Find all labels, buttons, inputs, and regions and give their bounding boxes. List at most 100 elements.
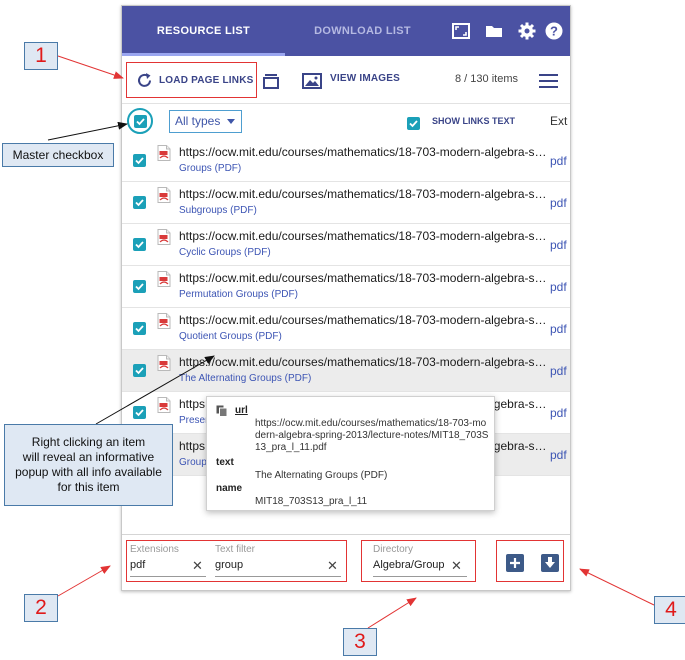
clear-directory-icon[interactable]: ✕ <box>451 558 462 574</box>
arrow-master-checkbox <box>47 121 128 141</box>
item-count: 8 / 130 items <box>455 73 518 85</box>
arrow-3 <box>367 597 417 629</box>
tab-resource-list-label: RESOURCE LIST <box>156 25 251 37</box>
list-item[interactable]: https://ocw.mit.edu/courses/mathematics/… <box>122 140 570 182</box>
toolbar: LOAD PAGE LINKS VIEW IMAGES 8 / 130 item… <box>122 56 570 104</box>
directory-underline <box>373 576 467 577</box>
list-item[interactable]: https://ocw.mit.edu/courses/mathematics/… <box>122 350 570 392</box>
row-url[interactable]: https://ocw.mit.edu/courses/mathematics/… <box>179 229 547 243</box>
pdf-file-icon <box>157 271 171 287</box>
callout-3: 3 <box>343 628 377 656</box>
view-images-button[interactable]: VIEW IMAGES <box>330 73 400 84</box>
extensions-underline <box>130 576 206 577</box>
list-item[interactable]: https://ocw.mit.edu/courses/mathematics/… <box>122 224 570 266</box>
callout-4: 4 <box>654 596 685 624</box>
master-checkbox[interactable] <box>127 108 153 134</box>
chevron-down-icon <box>227 119 235 124</box>
arrow-1 <box>57 55 124 79</box>
image-icon[interactable] <box>302 73 322 89</box>
pdf-file-icon <box>157 355 171 371</box>
popup-url-value: https://ocw.mit.edu/courses/mathematics/… <box>255 418 489 453</box>
pdf-file-icon <box>157 145 171 161</box>
popup-name-key: name <box>216 483 243 494</box>
row-checkbox[interactable] <box>133 154 146 167</box>
row-url[interactable]: https://ocw.mit.edu/courses/mathematics/… <box>179 187 547 201</box>
row-ext: pdf <box>550 154 567 168</box>
text-filter-underline <box>215 576 341 577</box>
list-item[interactable]: https://ocw.mit.edu/courses/mathematics/… <box>122 182 570 224</box>
extensions-input[interactable]: pdf <box>130 559 145 571</box>
master-checkbox-box <box>133 114 147 128</box>
callout-1: 1 <box>24 42 58 70</box>
tab-resource-list[interactable]: RESOURCE LIST <box>122 6 285 56</box>
right-click-note-line: popup with all info available <box>15 465 162 479</box>
load-page-links-label: LOAD PAGE LINKS <box>159 75 254 86</box>
tab-download-list[interactable]: DOWNLOAD LIST <box>285 6 440 56</box>
row-checkbox[interactable] <box>133 280 146 293</box>
clear-text-filter-icon[interactable]: ✕ <box>327 558 338 574</box>
row-ext: pdf <box>550 280 567 294</box>
right-click-note-line: Right clicking an item <box>31 435 146 449</box>
popup-text-value: The Alternating Groups (PDF) <box>255 470 388 481</box>
row-link-text: The Alternating Groups (PDF) <box>179 373 312 384</box>
arrow-4 <box>579 568 655 606</box>
row-checkbox[interactable] <box>133 364 146 377</box>
header-bar: RESOURCE LIST DOWNLOAD LIST ? <box>122 6 570 56</box>
fullscreen-icon[interactable] <box>451 21 471 41</box>
row-link-text: Subgroups (PDF) <box>179 205 257 216</box>
row-ext: pdf <box>550 364 567 378</box>
ext-column-header[interactable]: Ext <box>550 114 567 128</box>
gear-icon[interactable] <box>517 21 537 41</box>
row-ext: pdf <box>550 238 567 252</box>
list-item[interactable]: https://ocw.mit.edu/courses/mathematics/… <box>122 266 570 308</box>
row-url[interactable]: https://ocw.mit.edu/courses/mathematics/… <box>179 145 547 159</box>
row-checkbox[interactable] <box>133 238 146 251</box>
row-url[interactable]: https://ocw.mit.edu/courses/mathematics/… <box>179 271 547 285</box>
extensions-label: Extensions <box>130 544 179 555</box>
show-links-text-checkbox[interactable] <box>407 117 420 130</box>
type-filter-select[interactable]: All types <box>169 110 242 133</box>
popup-url-key[interactable]: url <box>235 405 248 416</box>
tab-download-list-label: DOWNLOAD LIST <box>314 25 411 37</box>
text-filter-input[interactable]: group <box>215 559 243 571</box>
pdf-file-icon <box>157 397 171 413</box>
download-icon <box>545 557 555 568</box>
load-page-links-button[interactable]: LOAD PAGE LINKS <box>126 62 257 98</box>
list-item[interactable]: https://ocw.mit.edu/courses/mathematics/… <box>122 308 570 350</box>
row-checkbox[interactable] <box>133 322 146 335</box>
row-ext: pdf <box>550 406 567 420</box>
show-links-text-label: SHOW LINKS TEXT <box>432 116 515 126</box>
row-checkbox[interactable] <box>133 406 146 419</box>
directory-input[interactable]: Algebra/Group <box>373 559 445 571</box>
popup-name-value: MIT18_703S13_pra_l_11 <box>255 496 368 507</box>
folder-icon[interactable] <box>484 21 504 41</box>
pdf-file-icon <box>157 313 171 329</box>
add-button[interactable] <box>506 554 524 572</box>
pdf-file-icon <box>157 229 171 245</box>
help-icon[interactable]: ? <box>544 21 564 41</box>
text-filter-label: Text filter <box>215 544 256 555</box>
copy-icon[interactable] <box>216 405 228 417</box>
plus-icon <box>510 558 520 568</box>
right-click-note-line: will reveal an informative <box>22 450 155 464</box>
directory-label: Directory <box>373 544 414 555</box>
layers-icon[interactable] <box>263 73 279 89</box>
row-url[interactable]: https://ocw.mit.edu/courses/mathematics/… <box>179 313 547 327</box>
download-button[interactable] <box>541 554 559 572</box>
row-url[interactable]: https://ocw.mit.edu/courses/mathematics/… <box>179 355 547 369</box>
row-link-text: Cyclic Groups (PDF) <box>179 247 271 258</box>
filter-row: All types SHOW LINKS TEXT Ext <box>122 104 570 140</box>
clear-extensions-icon[interactable]: ✕ <box>192 558 203 574</box>
row-link-text: Groups (PDF) <box>179 163 242 174</box>
callout-2: 2 <box>24 594 58 622</box>
svg-text:?: ? <box>550 24 558 39</box>
master-checkbox-callout: Master checkbox <box>2 143 114 167</box>
right-click-callout: Right clicking an item will reveal an in… <box>4 424 173 506</box>
right-click-note-line: for this item <box>57 480 120 494</box>
row-checkbox[interactable] <box>133 196 146 209</box>
row-ext: pdf <box>550 196 567 210</box>
pdf-file-icon <box>157 187 171 203</box>
type-filter-value: All types <box>175 114 221 128</box>
row-ext: pdf <box>550 322 567 336</box>
menu-icon[interactable] <box>539 74 558 88</box>
